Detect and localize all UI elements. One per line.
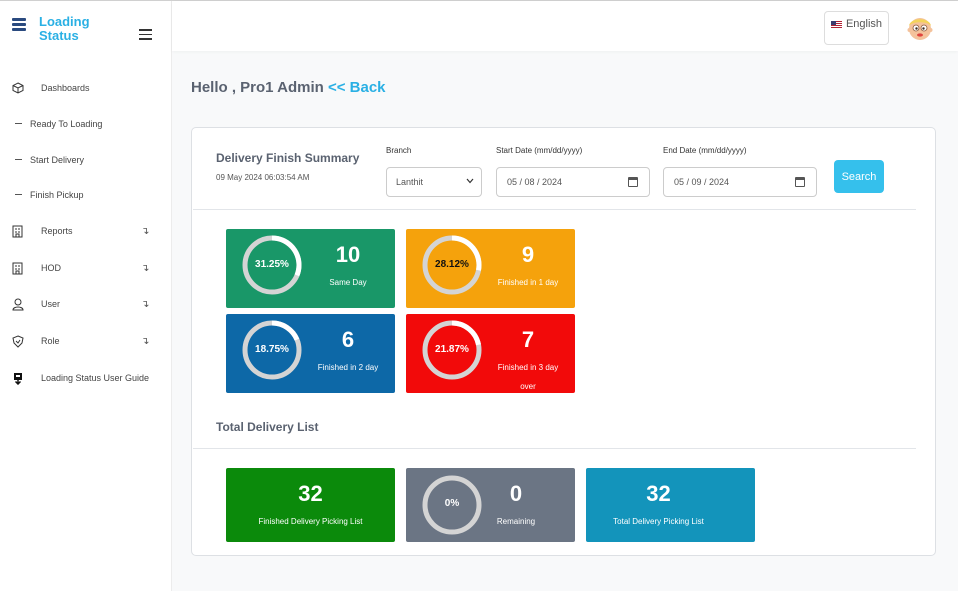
chevron-down-icon: ↴ <box>141 298 150 310</box>
sidebar-item-ready-to-loading[interactable]: Ready To Loading <box>0 107 172 141</box>
caption-line-1: Same Day <box>329 278 367 287</box>
percent-label: 18.75% <box>255 344 289 355</box>
brand-line-1: Loading <box>39 14 90 29</box>
count-label: 10 <box>335 242 361 267</box>
greeting-text: Hello , Pro1 Admin <box>191 79 324 96</box>
calendar-icon[interactable] <box>628 177 638 187</box>
topbar: English <box>172 1 958 51</box>
count-label: 9 <box>521 242 535 267</box>
finished-3-day-card: 21.87% 7 Finished in 3 day over <box>406 314 575 393</box>
finished-2-day-card: 18.75% 6 Finished in 2 day <box>226 314 395 393</box>
sidebar-item-reports[interactable]: Reports ↴ <box>0 214 172 248</box>
sidebar-item-label: Start Delivery <box>30 155 85 165</box>
finished-caption: Finished Delivery Picking List <box>258 517 363 526</box>
cube-icon <box>11 81 25 95</box>
dash-icon <box>12 117 26 131</box>
sidebar-item-finish-pickup[interactable]: Finish Pickup <box>0 178 172 212</box>
total-count: 32 <box>646 481 671 506</box>
back-link[interactable]: << Back <box>328 79 386 96</box>
finished-delivery-card: 32 Finished Delivery Picking List <box>226 468 395 542</box>
shield-icon <box>11 334 25 348</box>
sidebar-item-dashboards[interactable]: Dashboards <box>0 71 172 105</box>
sidebar-item-role[interactable]: Role ↴ <box>0 324 172 358</box>
branch-value: Lanthit <box>396 177 424 187</box>
building-icon <box>11 261 25 275</box>
dash-icon <box>12 153 26 167</box>
delivery-summary-panel: Delivery Finish Summary 09 May 2024 06:0… <box>191 127 936 556</box>
sidebar-item-label: Ready To Loading <box>30 119 103 129</box>
us-flag-icon <box>830 21 842 29</box>
calendar-icon[interactable] <box>795 177 805 187</box>
sidebar: Loading Status Dashboards Ready To Loadi… <box>0 1 172 591</box>
sidebar-item-label: Role <box>41 336 60 346</box>
dash-icon <box>12 188 26 202</box>
remaining-card: 0% 0 Remaining <box>406 468 575 542</box>
brand-line-2: Status <box>39 28 79 43</box>
brand-name: Loading Status <box>39 15 90 43</box>
hamburger-icon[interactable] <box>139 29 152 43</box>
sidebar-item-hod[interactable]: HOD ↴ <box>0 251 172 285</box>
branch-label: Branch <box>386 146 412 155</box>
divider <box>193 209 916 210</box>
count-label: 6 <box>341 327 355 352</box>
building-icon <box>11 224 25 238</box>
caption-line-2: over <box>520 382 536 391</box>
caption-line-1: Finished in 2 day <box>317 363 379 372</box>
caption-label: Finished in 3 day over <box>492 358 564 396</box>
sidebar-item-label: HOD <box>41 263 61 273</box>
caption-label: Finished in 2 day <box>312 358 384 377</box>
total-caption: Total Delivery Picking List <box>613 517 704 526</box>
caption-label: Finished in 1 day <box>492 273 564 292</box>
start-date-value: 05 / 08 / 2024 <box>507 177 563 187</box>
user-icon <box>11 297 25 311</box>
sidebar-item-user-guide[interactable]: Loading Status User Guide <box>0 361 172 395</box>
caption-line-1: Finished in 3 day <box>497 363 559 372</box>
remaining-caption: Remaining <box>496 517 536 526</box>
sidebar-item-label: Dashboards <box>41 83 90 93</box>
remaining-percent: 0% <box>444 498 460 509</box>
finished-count: 32 <box>298 481 323 506</box>
remaining-count: 0 <box>509 481 523 506</box>
menu-lines-icon <box>12 18 26 32</box>
summary-title: Delivery Finish Summary <box>216 151 360 165</box>
caption-line-1: Finished in 1 day <box>497 278 559 287</box>
download-icon <box>11 371 25 385</box>
language-button[interactable]: English <box>824 11 889 45</box>
start-date-input[interactable]: 05 / 08 / 2024 <box>496 167 650 197</box>
summary-datetime: 09 May 2024 06:03:54 AM <box>216 173 310 182</box>
count-label: 7 <box>521 327 535 352</box>
end-date-label: End Date (mm/dd/yyyy) <box>663 146 747 155</box>
same-day-card: 31.25% 10 Same Day <box>226 229 395 308</box>
divider <box>193 448 916 449</box>
brand[interactable]: Loading Status <box>12 15 90 43</box>
caption-label: Same Day <box>312 273 384 292</box>
language-label: English <box>845 18 883 30</box>
total-delivery-card: 32 Total Delivery Picking List <box>586 468 755 542</box>
end-date-value: 05 / 09 / 2024 <box>674 177 730 187</box>
sidebar-item-label: User <box>41 299 61 309</box>
percent-label: 21.87% <box>435 344 469 355</box>
sidebar-item-label: Reports <box>41 226 73 236</box>
search-button[interactable]: Search <box>834 160 884 193</box>
sidebar-item-label: Loading Status User Guide <box>41 373 150 383</box>
chevron-down-icon <box>466 177 474 186</box>
finished-1-day-card: 28.12% 9 Finished in 1 day <box>406 229 575 308</box>
percent-label: 31.25% <box>255 259 289 270</box>
start-date-label: Start Date (mm/dd/yyyy) <box>496 146 583 155</box>
chevron-down-icon: ↴ <box>141 262 150 274</box>
avatar[interactable] <box>906 14 934 42</box>
end-date-input[interactable]: 05 / 09 / 2024 <box>663 167 817 197</box>
percent-label: 28.12% <box>435 259 469 270</box>
sidebar-item-start-delivery[interactable]: Start Delivery <box>0 143 172 177</box>
chevron-down-icon: ↴ <box>141 335 150 347</box>
total-list-title: Total Delivery List <box>216 420 319 434</box>
greeting: Hello , Pro1 Admin << Back <box>191 79 386 96</box>
sidebar-item-label: Finish Pickup <box>30 190 84 200</box>
chevron-down-icon: ↴ <box>141 225 150 237</box>
branch-select[interactable]: Lanthit <box>386 167 482 197</box>
sidebar-item-user[interactable]: User ↴ <box>0 287 172 321</box>
